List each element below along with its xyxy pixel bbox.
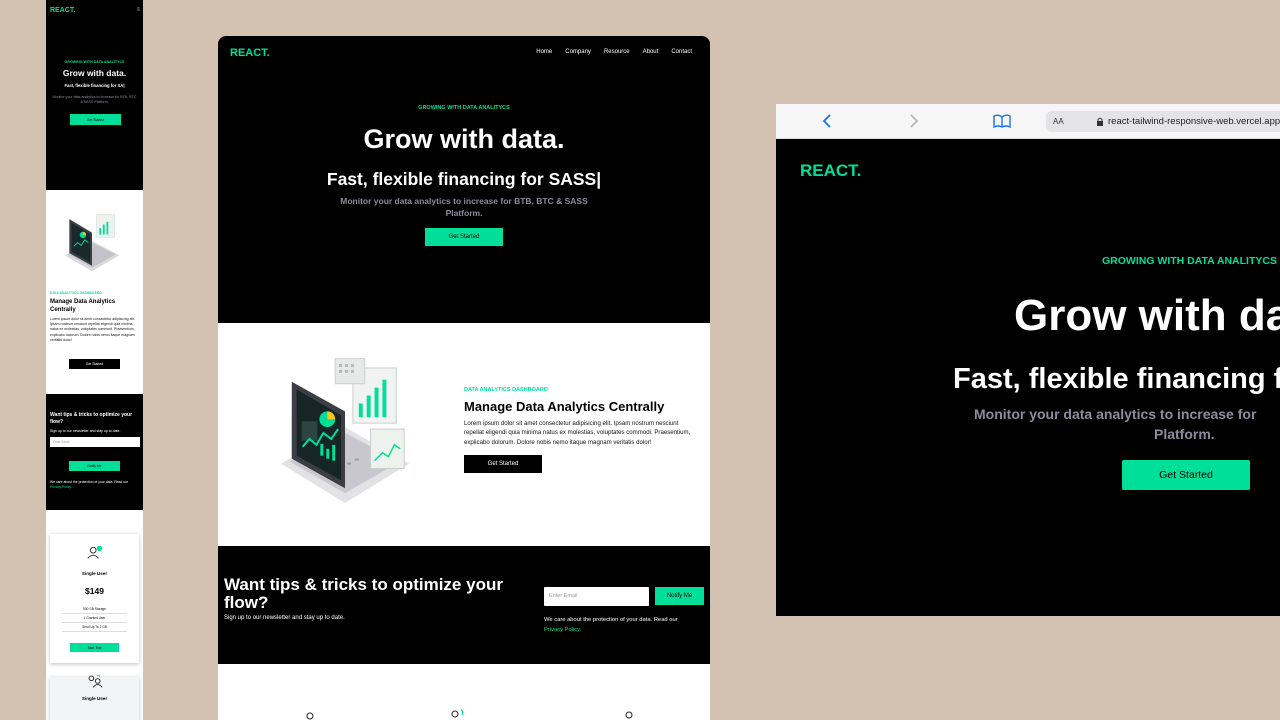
pricing-card-title: Single User bbox=[81, 696, 108, 701]
tablet-get-started-button[interactable]: Get Started bbox=[1122, 460, 1250, 490]
desktop-email-input[interactable]: Enter Email bbox=[544, 587, 649, 606]
desktop-logo[interactable]: REACT. bbox=[230, 47, 270, 59]
pricing-card: Single User bbox=[50, 675, 139, 720]
laptop-dashboard-illustration bbox=[64, 214, 120, 272]
desktop-hero-section: REACT. Home Company Resource About Conta… bbox=[218, 36, 710, 323]
desktop-analytics-get-started-button[interactable]: Get Started bbox=[464, 455, 542, 473]
desktop-privacy-note-text: We care about the protection of your dat… bbox=[544, 617, 678, 623]
back-arrow-icon[interactable] bbox=[820, 113, 834, 129]
mobile-hero-subtitle: Monitor your data analytics to increase … bbox=[52, 95, 137, 104]
mobile-hero-section: REACT. ≡ GROWING WITH DATA ANALITYCS Gro… bbox=[46, 0, 143, 190]
mobile-email-input[interactable]: Enter Email bbox=[50, 437, 140, 447]
mobile-hero-title: Grow with data. bbox=[62, 68, 127, 78]
mobile-privacy-note-text: We care about the protection of your dat… bbox=[50, 480, 129, 484]
single-user-icon bbox=[87, 545, 103, 559]
pricing-feature: 1 Granted User bbox=[62, 616, 127, 623]
desktop-hero-typed-text: Fast, flexible financing for SASS| bbox=[326, 169, 602, 189]
browser-toolbar: AA react-tailwind-responsive-web.vercel.… bbox=[776, 104, 1280, 139]
pricing-feature: Send Up To 2 GB bbox=[62, 625, 127, 632]
nav-item-company[interactable]: Company bbox=[565, 49, 591, 55]
tablet-hero-eyebrow: GROWING WITH DATA ANALITYCS bbox=[1102, 255, 1277, 267]
desktop-get-started-button[interactable]: Get Started bbox=[425, 228, 503, 246]
mobile-analytics-body: Lorem ipsum dolor sit amet consectetur a… bbox=[50, 317, 136, 342]
mobile-analytics-section: DATA ANALYTICS DASHBOARD Manage Data Ana… bbox=[46, 190, 143, 394]
mobile-logo[interactable]: REACT. bbox=[50, 7, 75, 14]
pricing-card-price: $149 bbox=[85, 586, 104, 596]
desktop-analytics-section: DATA ANALYTICS DASHBOARD Manage Data Ana… bbox=[218, 323, 710, 546]
mobile-analytics-eyebrow: DATA ANALYTICS DASHBOARD bbox=[50, 291, 102, 295]
desktop-notify-me-button[interactable]: Notify Me bbox=[655, 587, 704, 605]
mobile-privacy-note: We care about the protection of your dat… bbox=[50, 480, 140, 490]
desktop-privacy-policy-link[interactable]: Privacy Policy. bbox=[544, 627, 581, 633]
desktop-analytics-body: Lorem ipsum dolor sit amet consectetur a… bbox=[464, 420, 691, 446]
double-user-icon bbox=[451, 709, 464, 718]
address-bar[interactable]: AA react-tailwind-responsive-web.vercel.… bbox=[1046, 111, 1280, 132]
forward-arrow-icon[interactable] bbox=[907, 113, 921, 129]
desktop-mockup: REACT. Home Company Resource About Conta… bbox=[218, 36, 710, 720]
tablet-hero-title: Grow with data. bbox=[1014, 291, 1280, 340]
mobile-pricing-section: Single User $149 500 GB Storage 1 Grante… bbox=[46, 510, 143, 720]
nav-item-resource[interactable]: Resource bbox=[604, 49, 630, 55]
mobile-mockup: REACT. ≡ GROWING WITH DATA ANALITYCS Gro… bbox=[46, 0, 143, 720]
desktop-hero-subtitle: Monitor your data analytics to increase … bbox=[340, 196, 588, 218]
mobile-get-started-button[interactable]: Get Started bbox=[70, 114, 121, 125]
mobile-analytics-get-started-button[interactable]: Get Started bbox=[69, 359, 120, 369]
laptop-dashboard-illustration bbox=[280, 358, 410, 503]
tablet-hero-subtitle-line1: Monitor your data analytics to increase … bbox=[974, 406, 1257, 422]
desktop-newsletter-subtitle: Sign up to our newsletter and stay up to… bbox=[224, 615, 345, 621]
nav-item-home[interactable]: Home bbox=[536, 49, 552, 55]
desktop-navbar: Home Company Resource About Contact bbox=[536, 49, 692, 55]
pricing-feature: 500 GB Storage bbox=[62, 607, 127, 614]
mobile-notify-me-button[interactable]: Notify Me bbox=[69, 461, 120, 471]
text-size-button[interactable]: AA bbox=[1053, 117, 1064, 126]
desktop-pricing-section bbox=[218, 664, 710, 720]
desktop-newsletter-title: Want tips & tricks to optimize your flow… bbox=[224, 575, 503, 612]
mobile-newsletter-subtitle: Sign up to our newsletter and stay up to… bbox=[50, 429, 121, 433]
desktop-hero-eyebrow: GROWING WITH DATA ANALITYCS bbox=[418, 105, 510, 111]
tablet-logo[interactable]: REACT. bbox=[800, 161, 861, 181]
mobile-analytics-title: Manage Data Analytics Centrally bbox=[50, 299, 116, 313]
mobile-newsletter-title: Want tips & tricks to optimize your flow… bbox=[50, 412, 133, 425]
double-user-icon bbox=[88, 675, 103, 688]
nav-item-about[interactable]: About bbox=[643, 49, 659, 55]
lock-icon bbox=[1097, 117, 1103, 126]
desktop-newsletter-section: Want tips & tricks to optimize your flow… bbox=[218, 546, 710, 664]
tablet-hero-typed-text: Fast, flexible financing for SASS| bbox=[953, 363, 1280, 395]
mobile-hero-typed-text: Fast, flexible financing for SA| bbox=[64, 83, 125, 88]
pricing-card: Single User $149 500 GB Storage 1 Grante… bbox=[50, 534, 139, 663]
desktop-analytics-title: Manage Data Analytics Centrally bbox=[464, 399, 665, 414]
url-text: react-tailwind-responsive-web.vercel.app bbox=[1108, 116, 1280, 127]
mobile-privacy-policy-link[interactable]: Privacy Policy. bbox=[50, 485, 72, 489]
mobile-newsletter-section: Want tips & tricks to optimize your flow… bbox=[46, 394, 143, 510]
tablet-hero-subtitle-line2: Platform. bbox=[1154, 426, 1215, 442]
desktop-analytics-eyebrow: DATA ANALYTICS DASHBOARD bbox=[464, 387, 548, 393]
start-trial-button[interactable]: Start Trial bbox=[70, 643, 119, 652]
desktop-hero-title: Grow with data. bbox=[363, 124, 565, 154]
nav-item-contact[interactable]: Contact bbox=[671, 49, 692, 55]
hamburger-menu-icon[interactable]: ≡ bbox=[136, 7, 140, 13]
group-user-icon bbox=[625, 711, 633, 719]
desktop-privacy-note: We care about the protection of your dat… bbox=[544, 616, 704, 635]
tablet-mockup: AA react-tailwind-responsive-web.vercel.… bbox=[776, 104, 1280, 616]
bookmarks-icon[interactable] bbox=[992, 113, 1012, 129]
single-user-icon bbox=[306, 712, 314, 720]
pricing-card-title: Single User bbox=[81, 571, 108, 576]
mobile-hero-eyebrow: GROWING WITH DATA ANALITYCS bbox=[64, 60, 125, 64]
